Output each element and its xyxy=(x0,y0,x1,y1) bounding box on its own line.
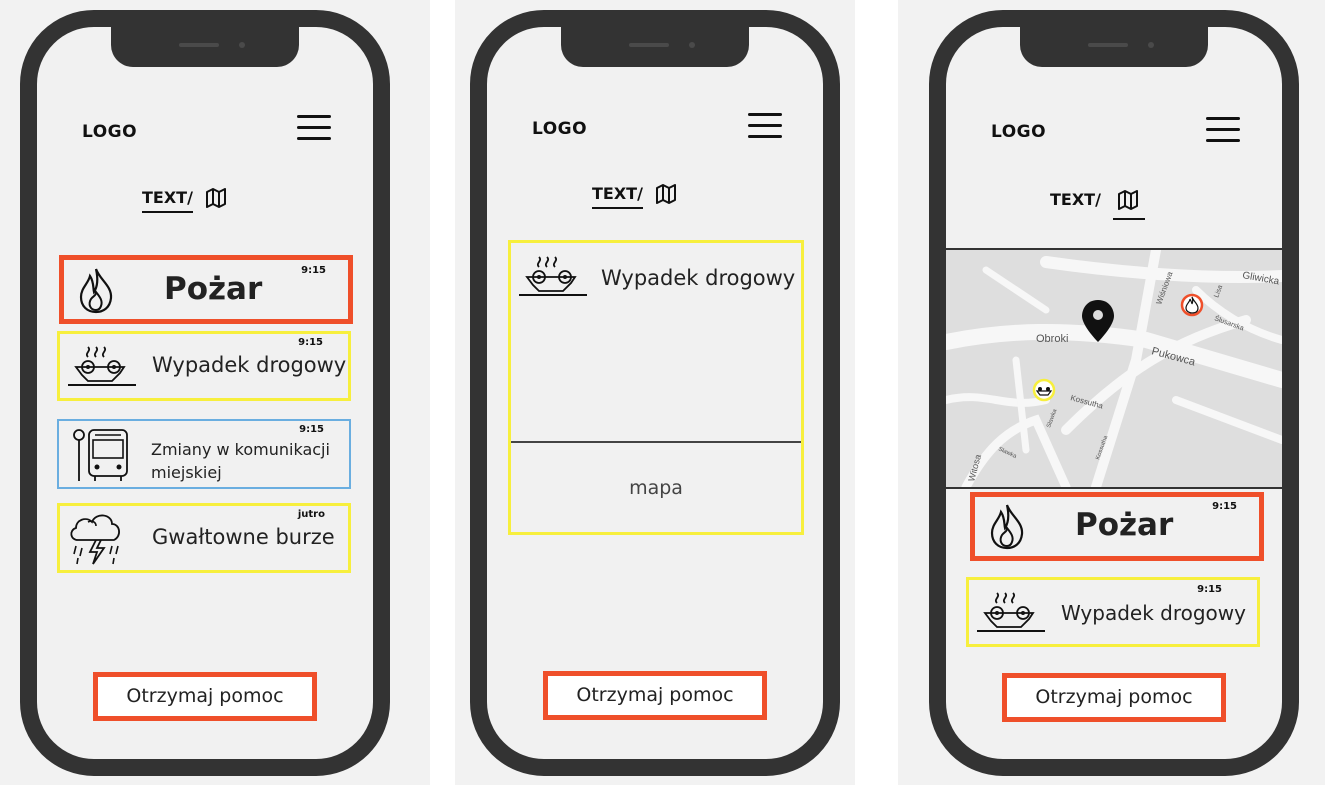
alert-time: 9:15 xyxy=(301,265,326,276)
alert-title: Pożar xyxy=(164,271,263,307)
logo[interactable]: LOGO xyxy=(991,122,1046,142)
alert-title: Wypadek drogowy xyxy=(152,353,347,377)
map-placeholder: mapa xyxy=(629,477,683,499)
phone-notch xyxy=(1020,27,1208,67)
hamburger-menu-icon[interactable] xyxy=(297,115,331,141)
car-accident-icon xyxy=(66,345,138,393)
phone-notch xyxy=(111,27,299,67)
phone-notch xyxy=(561,27,749,67)
alert-card-accident[interactable]: Wypadek drogowy 9:15 xyxy=(57,331,351,401)
map-street-label: Obroki xyxy=(1036,333,1068,345)
map-view[interactable]: Obroki Pukowca Kossutha Wiśniowa Gliwick… xyxy=(946,248,1282,489)
map-icon[interactable] xyxy=(655,184,677,212)
fire-icon xyxy=(987,502,1027,554)
alert-time: 9:15 xyxy=(298,337,323,348)
alert-title: Zmiany w komunikacji miejskiej xyxy=(151,438,330,484)
view-toggle: TEXT/ xyxy=(1050,190,1145,220)
accident-map-marker[interactable] xyxy=(1032,378,1056,402)
alert-title: Gwałtowne burze xyxy=(152,525,335,549)
view-toggle: TEXT/ xyxy=(142,188,227,216)
get-help-button[interactable]: Otrzymaj pomoc xyxy=(543,671,767,720)
tab-text[interactable]: TEXT/ xyxy=(142,188,193,213)
map-icon[interactable] xyxy=(1112,190,1145,220)
tram-stop-icon xyxy=(71,427,131,487)
tab-text[interactable]: TEXT/ xyxy=(592,184,643,209)
alert-card-fire[interactable]: Pożar 9:15 xyxy=(59,255,353,324)
alert-title: Pożar xyxy=(1075,507,1174,543)
map-street-label: Sławka xyxy=(997,446,1018,460)
car-accident-icon xyxy=(975,591,1047,639)
view-toggle: TEXT/ xyxy=(592,184,677,212)
get-help-button[interactable]: Otrzymaj pomoc xyxy=(1002,673,1226,722)
map-icon[interactable] xyxy=(205,188,227,216)
phone-2: LOGO TEXT/ Wypadek drogowy mapa Otrzymaj… xyxy=(470,10,840,776)
tab-text[interactable]: TEXT/ xyxy=(1050,190,1101,213)
alert-card-accident[interactable]: Wypadek drogowy 9:15 xyxy=(966,577,1260,647)
logo[interactable]: LOGO xyxy=(532,119,587,139)
alert-title-line-2: miejskiej xyxy=(151,463,222,482)
logo[interactable]: LOGO xyxy=(82,122,137,142)
alert-card-fire[interactable]: Pożar 9:15 xyxy=(970,492,1264,561)
hamburger-menu-icon[interactable] xyxy=(1206,117,1240,143)
map-street-label: Lisa xyxy=(1213,284,1224,299)
alert-time: jutro xyxy=(297,509,325,520)
alert-time: 9:15 xyxy=(299,424,324,435)
alert-detail-card[interactable]: Wypadek drogowy mapa xyxy=(508,240,804,535)
alert-card-transit[interactable]: Zmiany w komunikacji miejskiej 9:15 xyxy=(57,419,351,489)
fire-icon xyxy=(76,266,116,318)
phone-3: LOGO TEXT/ Obroki Pukowca Kossutha Wiśni… xyxy=(929,10,1299,776)
car-accident-icon xyxy=(517,255,589,303)
alert-card-storm[interactable]: Gwałtowne burze jutro xyxy=(57,503,351,573)
hamburger-menu-icon[interactable] xyxy=(748,113,782,139)
alert-title: Wypadek drogowy xyxy=(601,266,796,290)
get-help-button[interactable]: Otrzymaj pomoc xyxy=(93,672,317,721)
alert-time: 9:15 xyxy=(1197,584,1222,595)
storm-icon xyxy=(66,510,126,572)
alert-time: 9:15 xyxy=(1212,501,1237,512)
alert-title: Wypadek drogowy xyxy=(1061,601,1246,625)
map-divider xyxy=(511,441,801,443)
alert-title-line-1: Zmiany w komunikacji xyxy=(151,440,330,459)
fire-map-marker[interactable] xyxy=(1180,293,1204,317)
phone-1: LOGO TEXT/ Pożar 9:15 Wypadek drogowy 9:… xyxy=(20,10,390,776)
map-street-label: Sławka xyxy=(1046,408,1058,429)
